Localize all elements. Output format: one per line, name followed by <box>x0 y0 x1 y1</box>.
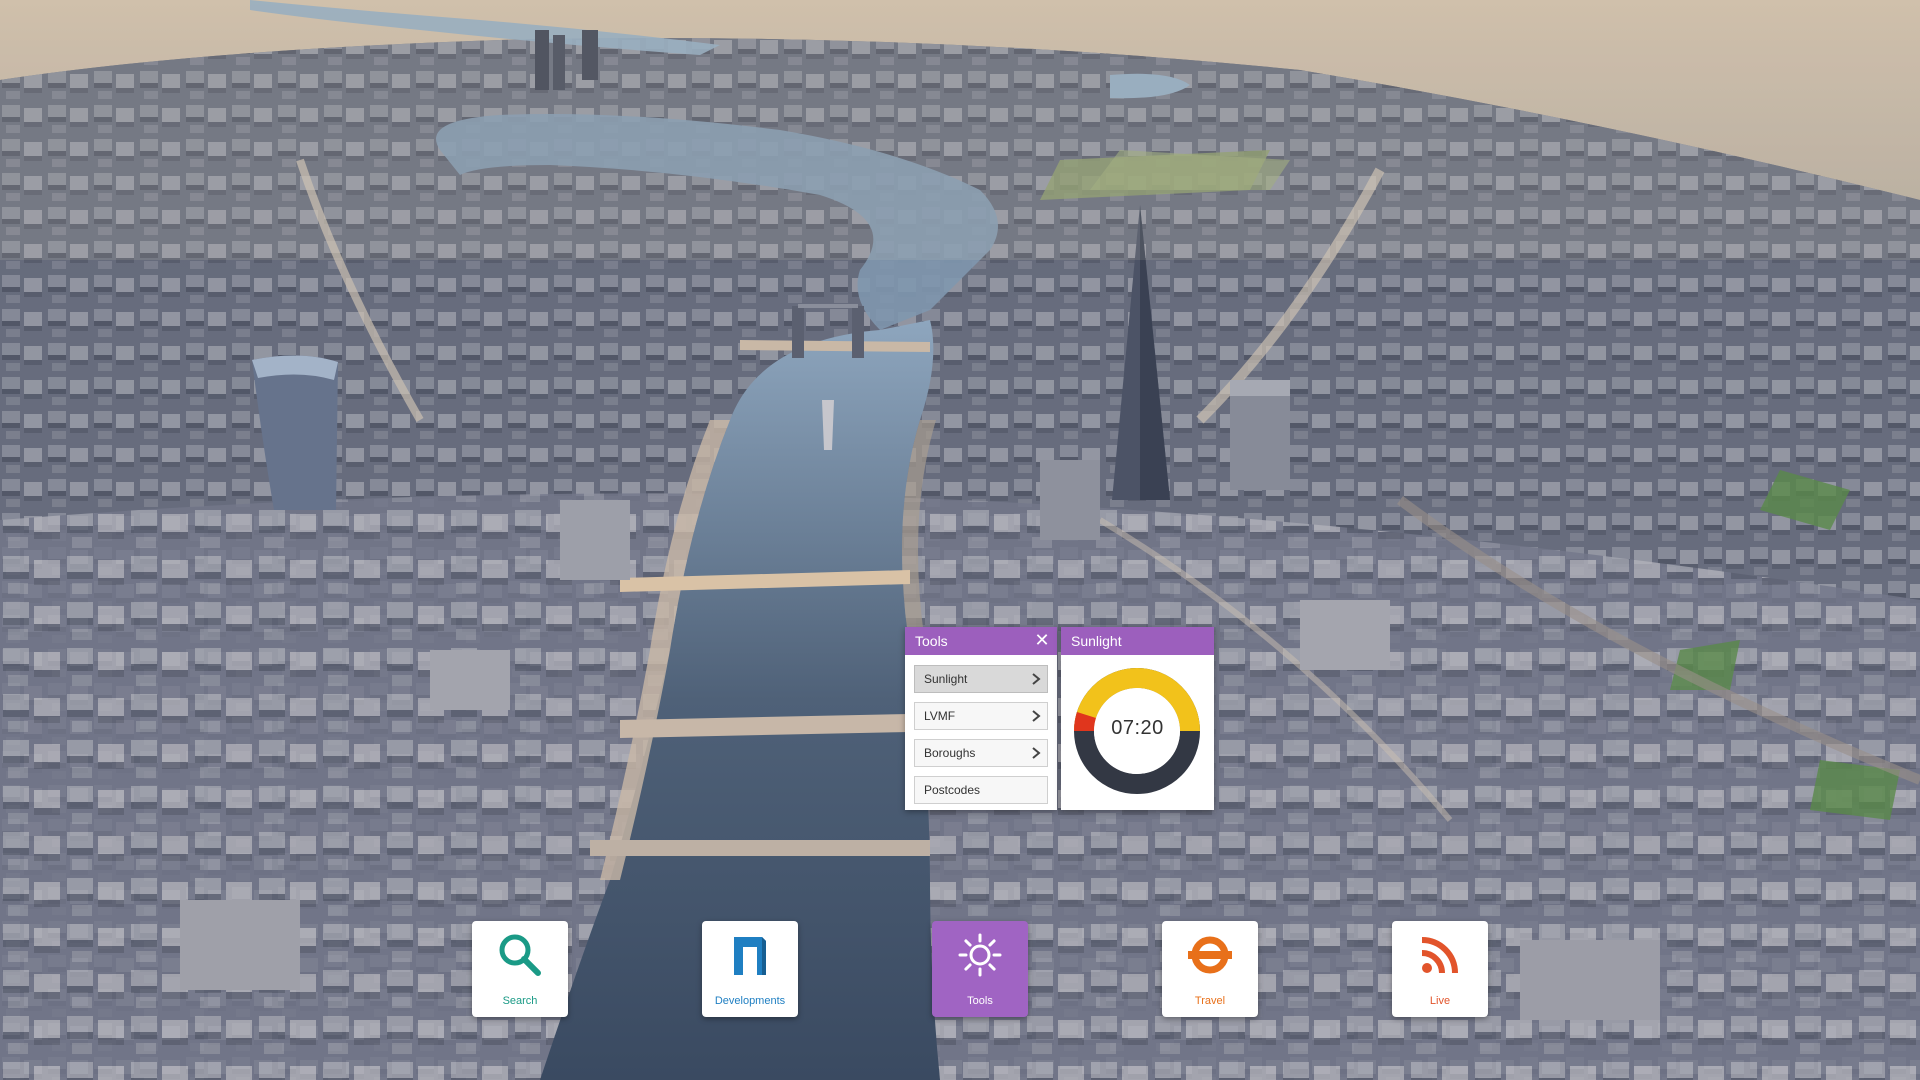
sunlight-time: 07:20 <box>1111 717 1164 739</box>
dock-live-button[interactable]: Live <box>1392 921 1488 1017</box>
dock-travel-button[interactable]: Travel <box>1162 921 1258 1017</box>
rss-icon <box>1421 937 1458 974</box>
tools-panel-header: Tools ✕ <box>905 627 1057 655</box>
developments-icon <box>734 937 766 975</box>
chevron-right-icon <box>1032 710 1041 722</box>
roundel-icon <box>1188 936 1232 974</box>
sunlight-panel-header: Sunlight <box>1061 627 1214 655</box>
sunlight-panel-title: Sunlight <box>1071 633 1122 649</box>
tools-panel: Tools ✕ Sunlight LVMF Boroughs Postcodes <box>905 627 1057 810</box>
close-icon[interactable]: ✕ <box>1033 627 1051 655</box>
tool-list: Sunlight LVMF Boroughs Postcodes <box>905 655 1057 804</box>
chevron-right-icon <box>1032 747 1041 759</box>
tool-item-label: Boroughs <box>924 746 976 760</box>
dock-label: Search <box>502 995 538 1007</box>
sunlight-panel: Sunlight 07:20 <box>1061 627 1214 810</box>
tool-item-lvmf[interactable]: LVMF <box>914 702 1048 730</box>
tools-panel-title: Tools <box>915 633 948 649</box>
tool-item-sunlight[interactable]: Sunlight <box>914 665 1048 693</box>
dock-label: Developments <box>714 995 786 1007</box>
dock-search-button[interactable]: Search <box>472 921 568 1017</box>
magnifier-icon <box>499 934 541 976</box>
tool-item-label: Sunlight <box>924 672 968 686</box>
dock-label: Live <box>1429 995 1451 1007</box>
sun-icon <box>958 933 1002 977</box>
chevron-right-icon <box>1032 673 1041 685</box>
tool-item-label: LVMF <box>924 709 956 723</box>
tool-item-label: Postcodes <box>924 783 981 797</box>
tool-item-boroughs[interactable]: Boroughs <box>914 739 1048 767</box>
dock-label: Travel <box>1194 995 1226 1007</box>
dock-tools-button[interactable]: Tools <box>932 921 1028 1017</box>
3d-city-map[interactable] <box>0 0 1920 1080</box>
dock-developments-button[interactable]: Developments <box>702 921 798 1017</box>
tool-item-postcodes[interactable]: Postcodes <box>914 776 1048 804</box>
map-render[interactable] <box>0 0 1920 1080</box>
dock-label: Tools <box>967 995 993 1007</box>
